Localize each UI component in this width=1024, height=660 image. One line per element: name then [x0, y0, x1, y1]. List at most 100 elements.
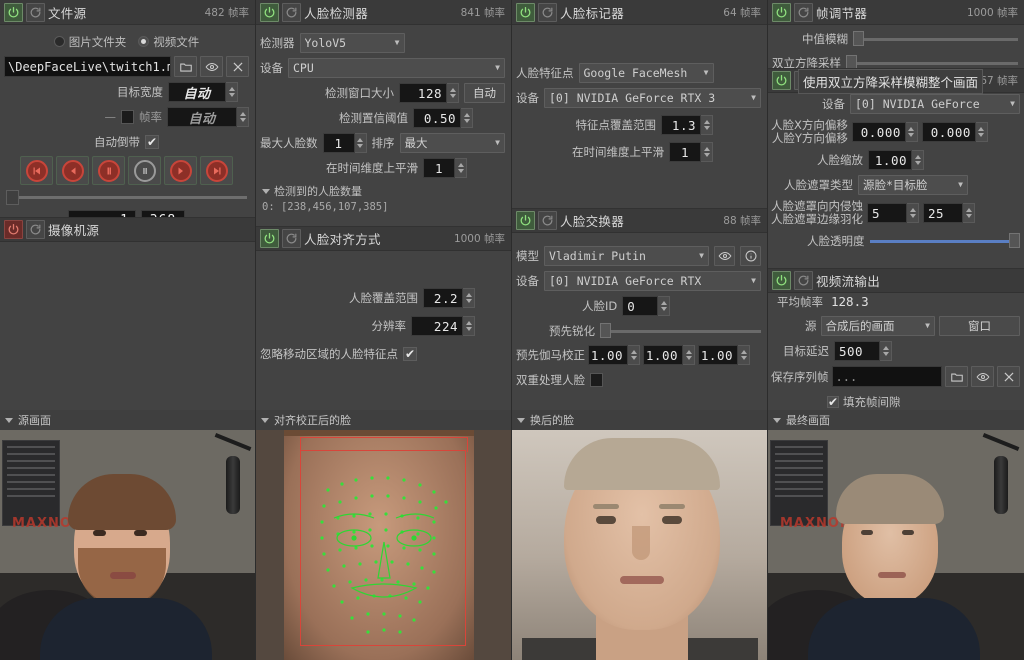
power-icon[interactable] [4, 3, 23, 22]
landmarks-select[interactable]: Google FaceMesh ▼ [579, 63, 714, 83]
step-back-button[interactable] [92, 156, 125, 185]
stepper-arrows[interactable] [738, 345, 750, 365]
video-panel-header[interactable]: 对齐校正后的脸 [256, 410, 511, 430]
two-pass-checkbox[interactable] [590, 373, 603, 387]
resolution-stepper[interactable]: 224 [411, 316, 475, 336]
power-icon[interactable] [260, 3, 279, 22]
close-icon[interactable] [997, 366, 1020, 387]
radio-image-folder[interactable]: 图片文件夹 [54, 34, 127, 50]
fps-stepper[interactable]: 自动 [167, 107, 249, 127]
temporal-smooth-stepper[interactable]: 1 [669, 142, 713, 162]
temporal-smooth-stepper[interactable]: 1 [423, 158, 467, 178]
power-icon[interactable] [772, 271, 791, 290]
sort-select[interactable]: 最大 ▼ [400, 133, 506, 153]
stepper-arrows[interactable] [463, 316, 475, 336]
video-canvas-source[interactable]: MAXNOMIC [0, 430, 256, 660]
eye-icon[interactable] [714, 246, 735, 266]
detected-faces-toggle[interactable]: 检测到的人脸数量 [262, 183, 505, 199]
video-panel-header[interactable]: 源画面 [0, 410, 255, 430]
reset-icon[interactable] [538, 3, 557, 22]
stepper-arrows[interactable] [355, 133, 367, 153]
window-size-stepper[interactable]: 128 [399, 83, 459, 103]
seek-slider[interactable] [6, 190, 247, 205]
eye-icon[interactable] [200, 56, 223, 77]
power-icon[interactable] [516, 3, 535, 22]
video-panel-header[interactable]: 换后的脸 [512, 410, 767, 430]
stepper-arrows[interactable] [701, 142, 713, 162]
stepper-arrows[interactable] [976, 122, 988, 142]
stepper-arrows[interactable] [628, 345, 640, 365]
file-path-input[interactable]: \DeepFaceLive\twitch1.mp4 [4, 56, 171, 77]
video-canvas-aligned[interactable] [256, 430, 512, 660]
mask-type-select[interactable]: 源脸*目标脸 ▼ [858, 175, 968, 195]
coverage-stepper[interactable]: 2.2 [423, 288, 475, 308]
power-icon[interactable] [772, 71, 791, 90]
seek-handle[interactable] [6, 190, 19, 205]
stepper-arrows[interactable] [447, 83, 459, 103]
power-icon[interactable] [260, 229, 279, 248]
reset-icon[interactable] [282, 3, 301, 22]
reset-icon[interactable] [794, 271, 813, 290]
target-width-stepper[interactable]: 自动 [168, 82, 238, 102]
max-faces-stepper[interactable]: 1 [323, 133, 367, 153]
ignore-moving-checkbox[interactable] [403, 347, 417, 361]
reset-icon[interactable] [794, 3, 813, 22]
slider-knob[interactable] [853, 31, 864, 46]
slider-knob[interactable] [1009, 233, 1020, 248]
reset-icon[interactable] [26, 220, 45, 239]
stepper-arrows[interactable] [880, 341, 892, 361]
radio-video-file[interactable]: 视频文件 [138, 34, 199, 50]
close-icon[interactable] [226, 56, 249, 77]
power-icon[interactable] [516, 211, 535, 230]
landmark-coverage-stepper[interactable]: 1.3 [661, 115, 713, 135]
jump-end-button[interactable] [200, 156, 233, 185]
jump-start-button[interactable] [20, 156, 53, 185]
device-select[interactable]: [0] NVIDIA GeForce ▼ [850, 94, 1020, 114]
stepper-arrows[interactable] [912, 150, 924, 170]
stepper-arrows[interactable] [906, 122, 918, 142]
stepper-arrows[interactable] [907, 203, 919, 223]
stepper-arrows[interactable] [963, 203, 975, 223]
model-select[interactable]: Vladimir Putin ▼ [544, 246, 709, 266]
pause-button[interactable] [128, 156, 161, 185]
stepper-arrows[interactable] [463, 288, 475, 308]
slider-knob[interactable] [600, 323, 611, 338]
device-select[interactable]: [0] NVIDIA GeForce RTX ▼ [544, 271, 761, 291]
median-blur-slider[interactable] [853, 31, 1018, 47]
window-button[interactable]: 窗口 [939, 316, 1020, 336]
device-select[interactable]: CPU ▼ [288, 58, 505, 78]
prev-frame-button[interactable] [56, 156, 89, 185]
detector-select[interactable]: YoloV5 ▼ [300, 33, 405, 53]
reset-icon[interactable] [282, 229, 301, 248]
face-id-stepper[interactable]: 0 [622, 296, 670, 316]
stepper-arrows[interactable] [226, 82, 238, 102]
power-icon[interactable] [4, 220, 23, 239]
video-panel-header[interactable]: 最终画面 [768, 410, 1024, 430]
video-canvas-final[interactable]: MAXNOMIC [768, 430, 1024, 660]
eye-icon[interactable] [971, 366, 994, 387]
info-icon[interactable] [740, 246, 761, 266]
video-canvas-swapped[interactable] [512, 430, 768, 660]
source-select[interactable]: 合成后的画面 ▼ [821, 316, 935, 336]
fill-gaps-checkbox[interactable] [827, 396, 839, 408]
save-seq-input[interactable]: ... [832, 366, 943, 387]
fps-enable-checkbox[interactable] [121, 110, 134, 124]
stepper-arrows[interactable] [461, 108, 473, 128]
presharpen-slider[interactable] [600, 323, 761, 339]
pregamma-g-stepper[interactable]: 1.00 [643, 345, 695, 365]
target-delay-stepper[interactable]: 500 [834, 341, 892, 361]
threshold-stepper[interactable]: 0.50 [413, 108, 473, 128]
folder-icon[interactable] [174, 56, 197, 77]
stepper-arrows[interactable] [701, 115, 713, 135]
scale-stepper[interactable]: 1.00 [868, 150, 924, 170]
offset-y-stepper[interactable]: 0.000 [922, 122, 988, 142]
opacity-slider[interactable] [870, 233, 1021, 249]
reset-icon[interactable] [538, 211, 557, 230]
pregamma-b-stepper[interactable]: 1.00 [698, 345, 750, 365]
mask-erode-stepper[interactable]: 5 [867, 203, 919, 223]
power-icon[interactable] [772, 3, 791, 22]
device-select[interactable]: [0] NVIDIA GeForce RTX 3 ▼ [544, 88, 761, 108]
mask-blur-stepper[interactable]: 25 [923, 203, 975, 223]
stepper-arrows[interactable] [658, 296, 670, 316]
folder-icon[interactable] [945, 366, 968, 387]
